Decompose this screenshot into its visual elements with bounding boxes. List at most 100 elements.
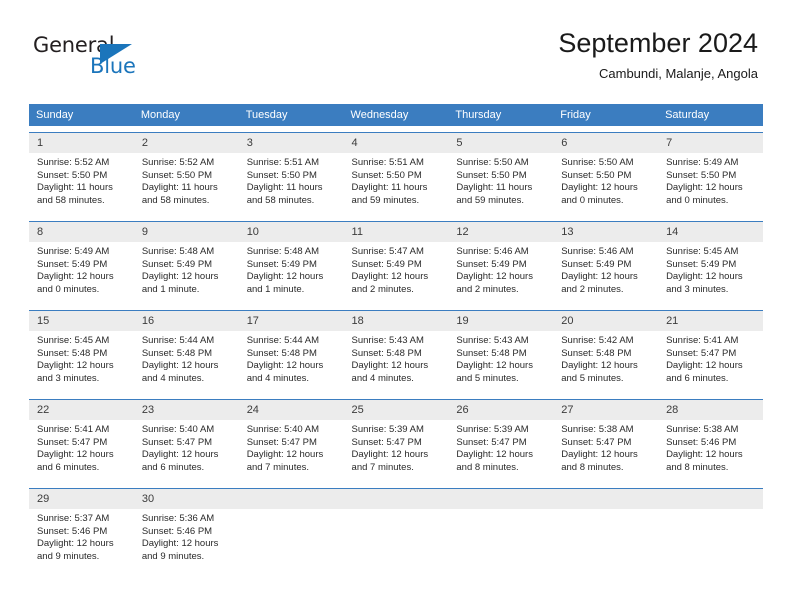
day-number: 25 bbox=[351, 404, 364, 416]
sunset-text: Sunset: 5:50 PM bbox=[246, 169, 317, 181]
day-cell[interactable]: Sunrise: 5:43 AM Sunset: 5:48 PM Dayligh… bbox=[344, 331, 449, 393]
daylight-text-line1: Daylight: 11 hours bbox=[351, 182, 428, 194]
sunset-text: Sunset: 5:46 PM bbox=[666, 436, 737, 448]
day-cell[interactable]: Sunrise: 5:50 AM Sunset: 5:50 PM Dayligh… bbox=[448, 153, 553, 215]
sunrise-text: Sunrise: 5:51 AM bbox=[351, 157, 424, 168]
daylight-text-line1: Daylight: 12 hours bbox=[456, 271, 533, 283]
sunrise-text: Sunrise: 5:46 AM bbox=[561, 246, 634, 257]
day-cell[interactable]: Sunrise: 5:39 AM Sunset: 5:47 PM Dayligh… bbox=[448, 420, 553, 482]
daylight-text-line1: Daylight: 12 hours bbox=[351, 449, 429, 461]
day-number: 15 bbox=[37, 315, 50, 327]
day-cell[interactable]: Sunrise: 5:48 AM Sunset: 5:49 PM Dayligh… bbox=[239, 242, 344, 304]
sunrise-text: Sunrise: 5:48 AM bbox=[141, 246, 215, 257]
day-cell[interactable]: Sunrise: 5:42 AM Sunset: 5:48 PM Dayligh… bbox=[553, 331, 658, 393]
weekday-header-wednesday: Wednesday bbox=[350, 109, 409, 121]
sunset-text: Sunset: 5:46 PM bbox=[37, 525, 108, 537]
sunset-text: Sunset: 5:47 PM bbox=[666, 347, 737, 359]
day-number: 1 bbox=[37, 137, 44, 149]
day-cell[interactable]: Sunrise: 5:43 AM Sunset: 5:48 PM Dayligh… bbox=[448, 331, 553, 393]
week-row: 15 16 17 18 19 20 21 Sunrise: 5:45 AM Su… bbox=[29, 310, 763, 393]
sunset-text: Sunset: 5:50 PM bbox=[666, 169, 737, 181]
sunset-text: Sunset: 5:49 PM bbox=[37, 258, 108, 270]
day-cell[interactable]: Sunrise: 5:46 AM Sunset: 5:49 PM Dayligh… bbox=[553, 242, 658, 304]
day-number: 20 bbox=[561, 315, 574, 327]
weekday-header-friday: Friday bbox=[560, 109, 591, 121]
sunset-text: Sunset: 5:48 PM bbox=[37, 347, 108, 359]
day-cell[interactable]: Sunrise: 5:39 AM Sunset: 5:47 PM Dayligh… bbox=[344, 420, 449, 482]
daylight-text-line2: and 4 minutes. bbox=[246, 372, 310, 384]
daylight-text-line2: and 59 minutes. bbox=[456, 194, 524, 206]
daylight-text-line2: and 8 minutes. bbox=[561, 461, 624, 473]
day-cell[interactable]: Sunrise: 5:47 AM Sunset: 5:49 PM Dayligh… bbox=[344, 242, 449, 304]
sunset-text: Sunset: 5:48 PM bbox=[246, 347, 317, 359]
day-info-band: Sunrise: 5:49 AM Sunset: 5:49 PM Dayligh… bbox=[29, 242, 763, 304]
sunrise-text: Sunrise: 5:40 AM bbox=[141, 424, 215, 435]
daylight-text-line2: and 6 minutes. bbox=[141, 461, 205, 473]
day-cell[interactable]: Sunrise: 5:36 AM Sunset: 5:46 PM Dayligh… bbox=[134, 509, 239, 571]
daylight-text-line2: and 2 minutes. bbox=[351, 283, 414, 295]
week-row: 29 30 Sunrise: 5:37 AM Sunset: 5:46 PM D… bbox=[29, 488, 763, 571]
day-number: 14 bbox=[666, 226, 679, 238]
sunrise-text: Sunrise: 5:37 AM bbox=[37, 513, 110, 524]
daylight-text-line2: and 8 minutes. bbox=[456, 461, 519, 473]
day-number: 30 bbox=[141, 493, 155, 505]
day-cell[interactable]: Sunrise: 5:40 AM Sunset: 5:47 PM Dayligh… bbox=[239, 420, 344, 482]
sunset-text: Sunset: 5:47 PM bbox=[141, 436, 213, 448]
day-number: 3 bbox=[246, 137, 253, 149]
day-number: 7 bbox=[666, 137, 673, 149]
day-number: 23 bbox=[141, 404, 155, 416]
day-cell[interactable]: Sunrise: 5:52 AM Sunset: 5:50 PM Dayligh… bbox=[134, 153, 239, 215]
general-blue-logo[interactable]: General Blue bbox=[33, 33, 243, 83]
day-cell-empty bbox=[344, 509, 449, 571]
day-number-empty bbox=[448, 489, 553, 509]
daylight-text-line1: Daylight: 12 hours bbox=[246, 449, 324, 461]
daylight-text-line1: Daylight: 12 hours bbox=[666, 449, 743, 461]
daylight-text-line1: Daylight: 12 hours bbox=[456, 449, 533, 461]
daylight-text-line2: and 58 minutes. bbox=[246, 194, 315, 206]
day-cell[interactable]: Sunrise: 5:38 AM Sunset: 5:47 PM Dayligh… bbox=[553, 420, 658, 482]
daylight-text-line2: and 58 minutes. bbox=[37, 194, 105, 206]
day-number: 5 bbox=[456, 137, 463, 149]
sunrise-text: Sunrise: 5:39 AM bbox=[351, 424, 424, 435]
day-cell[interactable]: Sunrise: 5:37 AM Sunset: 5:46 PM Dayligh… bbox=[29, 509, 134, 571]
day-cell[interactable]: Sunrise: 5:52 AM Sunset: 5:50 PM Dayligh… bbox=[29, 153, 134, 215]
day-cell[interactable]: Sunrise: 5:49 AM Sunset: 5:49 PM Dayligh… bbox=[29, 242, 134, 304]
day-cell[interactable]: Sunrise: 5:41 AM Sunset: 5:47 PM Dayligh… bbox=[29, 420, 134, 482]
weekday-header-thursday: Thursday bbox=[455, 109, 502, 121]
day-cell[interactable]: Sunrise: 5:49 AM Sunset: 5:50 PM Dayligh… bbox=[658, 153, 763, 215]
day-number-band: 1 2 3 4 5 6 7 bbox=[29, 133, 763, 153]
sunrise-text: Sunrise: 5:48 AM bbox=[246, 246, 320, 257]
day-number-band: 8 9 10 11 12 13 14 bbox=[29, 222, 763, 242]
day-cell[interactable]: Sunrise: 5:51 AM Sunset: 5:50 PM Dayligh… bbox=[239, 153, 344, 215]
sunrise-text: Sunrise: 5:47 AM bbox=[351, 246, 424, 257]
week-row: 1 2 3 4 5 6 7 Sunrise: 5:52 AM Sunset: 5… bbox=[29, 132, 763, 215]
sunset-text: Sunset: 5:47 PM bbox=[246, 436, 317, 448]
day-number: 6 bbox=[561, 137, 568, 149]
daylight-text-line1: Daylight: 11 hours bbox=[456, 182, 533, 194]
daylight-text-line1: Daylight: 12 hours bbox=[351, 271, 429, 283]
day-cell[interactable]: Sunrise: 5:45 AM Sunset: 5:49 PM Dayligh… bbox=[658, 242, 763, 304]
sunrise-text: Sunrise: 5:50 AM bbox=[456, 157, 529, 168]
daylight-text-line2: and 58 minutes. bbox=[141, 194, 210, 206]
day-cell[interactable]: Sunrise: 5:45 AM Sunset: 5:48 PM Dayligh… bbox=[29, 331, 134, 393]
daylight-text-line1: Daylight: 12 hours bbox=[561, 360, 638, 372]
day-number: 13 bbox=[561, 226, 574, 238]
week-row: 8 9 10 11 12 13 14 Sunrise: 5:49 AM Suns… bbox=[29, 221, 763, 304]
day-cell[interactable]: Sunrise: 5:38 AM Sunset: 5:46 PM Dayligh… bbox=[658, 420, 763, 482]
day-info-band: Sunrise: 5:37 AM Sunset: 5:46 PM Dayligh… bbox=[29, 509, 763, 571]
day-number: 16 bbox=[141, 315, 155, 327]
sunrise-text: Sunrise: 5:44 AM bbox=[246, 335, 320, 346]
day-cell[interactable]: Sunrise: 5:40 AM Sunset: 5:47 PM Dayligh… bbox=[134, 420, 239, 482]
day-cell[interactable]: Sunrise: 5:48 AM Sunset: 5:49 PM Dayligh… bbox=[134, 242, 239, 304]
daylight-text-line1: Daylight: 12 hours bbox=[666, 182, 743, 194]
day-cell[interactable]: Sunrise: 5:44 AM Sunset: 5:48 PM Dayligh… bbox=[239, 331, 344, 393]
day-cell[interactable]: Sunrise: 5:50 AM Sunset: 5:50 PM Dayligh… bbox=[553, 153, 658, 215]
day-cell[interactable]: Sunrise: 5:51 AM Sunset: 5:50 PM Dayligh… bbox=[344, 153, 449, 215]
daylight-text-line1: Daylight: 11 hours bbox=[246, 182, 323, 194]
day-cell[interactable]: Sunrise: 5:46 AM Sunset: 5:49 PM Dayligh… bbox=[448, 242, 553, 304]
daylight-text-line1: Daylight: 12 hours bbox=[246, 271, 324, 283]
day-cell[interactable]: Sunrise: 5:44 AM Sunset: 5:48 PM Dayligh… bbox=[134, 331, 239, 393]
day-cell[interactable]: Sunrise: 5:41 AM Sunset: 5:47 PM Dayligh… bbox=[658, 331, 763, 393]
day-info-band: Sunrise: 5:45 AM Sunset: 5:48 PM Dayligh… bbox=[29, 331, 763, 393]
sunrise-text: Sunrise: 5:41 AM bbox=[37, 424, 110, 435]
